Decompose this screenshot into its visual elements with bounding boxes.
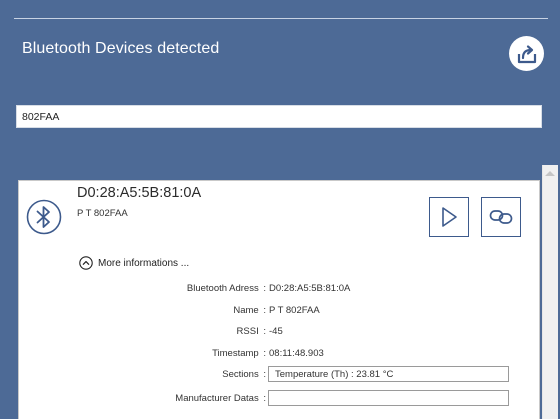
chevron-up-circle-icon xyxy=(79,256,93,270)
search-input[interactable] xyxy=(16,105,542,128)
detail-value: -45 xyxy=(269,326,283,337)
page-title: Bluetooth Devices detected xyxy=(22,40,220,57)
bluetooth-icon xyxy=(26,199,62,235)
play-button[interactable] xyxy=(429,197,469,237)
link-icon xyxy=(489,210,513,224)
detail-label: Timestamp xyxy=(212,348,259,359)
scroll-up-arrow-icon[interactable] xyxy=(545,171,555,176)
detail-label: Bluetooth Adress xyxy=(186,283,259,294)
header-divider xyxy=(14,18,548,19)
play-icon xyxy=(442,207,457,227)
detail-value: P T 802FAA xyxy=(269,305,320,316)
detail-label: Manufacturer Datas xyxy=(175,393,259,404)
device-card: D0:28:A5:5B:81:0A P T 802FAA More inform… xyxy=(18,180,540,419)
detail-row-name: Name : P T 802FAA xyxy=(233,305,320,316)
app-window: Bluetooth Devices detected D0:28:A5:5B:8… xyxy=(0,0,560,419)
detail-value: 08:11:48.903 xyxy=(269,348,324,359)
detail-row-timestamp: Timestamp : 08:11:48.903 xyxy=(212,348,324,359)
export-icon xyxy=(517,44,536,63)
detail-row-rssi: RSSI : -45 xyxy=(236,326,283,337)
manufacturer-datas-field[interactable] xyxy=(268,390,509,406)
device-address: D0:28:A5:5B:81:0A xyxy=(77,185,202,201)
detail-row-manufacturer-datas: Manufacturer Datas : xyxy=(19,390,539,411)
scrollbar[interactable] xyxy=(542,165,558,419)
more-info-toggle[interactable]: More informations ... xyxy=(79,256,189,270)
detail-row-bluetooth-address: Bluetooth Adress : D0:28:A5:5B:81:0A xyxy=(186,283,351,294)
detail-label: Name xyxy=(233,305,259,316)
device-name: P T 802FAA xyxy=(77,208,128,219)
sections-field[interactable]: Temperature (Th) : 23.81 °C xyxy=(268,366,509,382)
export-button[interactable] xyxy=(509,36,544,71)
connect-button[interactable] xyxy=(481,197,521,237)
detail-label: Sections xyxy=(222,369,259,380)
detail-value: D0:28:A5:5B:81:0A xyxy=(269,283,351,294)
detail-label: RSSI xyxy=(236,326,259,337)
more-info-label: More informations ... xyxy=(98,257,190,269)
detail-row-sections: Sections : Temperature (Th) : 23.81 °C xyxy=(19,366,539,387)
